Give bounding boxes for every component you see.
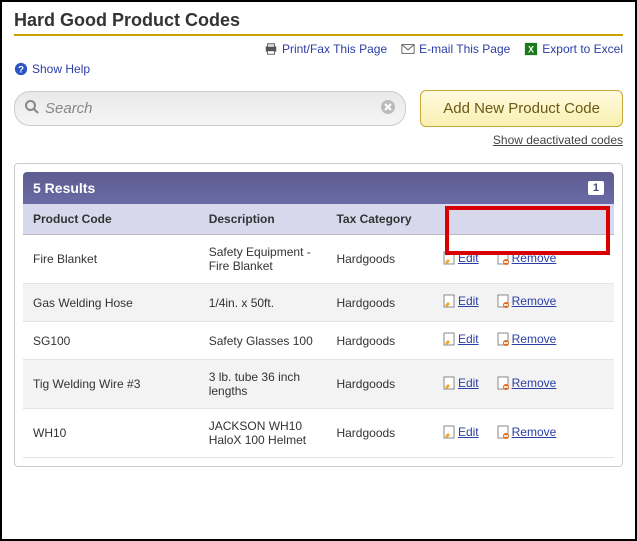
search-wrap: [14, 91, 406, 126]
cell-desc: Safety Glasses 100: [199, 322, 327, 360]
col-description[interactable]: Description: [199, 204, 327, 235]
envelope-icon: [401, 42, 415, 56]
cell-tax: Hardgoods: [326, 360, 432, 409]
remove-link[interactable]: Remove: [497, 332, 557, 346]
toolbar: Print/Fax This Page E-mail This Page X E…: [14, 42, 623, 56]
search-input[interactable]: [14, 91, 406, 126]
cell-desc: 1/4in. x 50ft.: [199, 284, 327, 322]
col-actions: [433, 204, 614, 235]
cell-code: SG100: [23, 322, 199, 360]
edit-link[interactable]: Edit: [443, 332, 479, 346]
printer-icon: [264, 42, 278, 56]
help-label: Show Help: [32, 62, 90, 76]
cell-tax: Hardgoods: [326, 322, 432, 360]
remove-icon: [497, 294, 509, 308]
remove-icon: [497, 332, 509, 346]
cell-code: Fire Blanket: [23, 235, 199, 284]
svg-text:X: X: [528, 45, 534, 55]
cell-tax: Hardgoods: [326, 235, 432, 284]
results-count: 5 Results: [33, 180, 95, 196]
table-row: Gas Welding Hose1/4in. x 50ft.HardgoodsE…: [23, 284, 614, 322]
svg-text:?: ?: [18, 65, 24, 76]
cell-code: WH10: [23, 409, 199, 458]
clear-icon[interactable]: [380, 99, 396, 115]
remove-link[interactable]: Remove: [497, 251, 557, 265]
page-title: Hard Good Product Codes: [14, 10, 623, 36]
help-link[interactable]: ? Show Help: [14, 62, 90, 76]
remove-icon: [497, 425, 509, 439]
cell-actions: Edit Remove: [433, 284, 614, 322]
add-product-code-button[interactable]: Add New Product Code: [420, 90, 623, 127]
search-icon: [24, 99, 40, 115]
cell-code: Tig Welding Wire #3: [23, 360, 199, 409]
edit-icon: [443, 425, 455, 439]
cell-desc: Safety Equipment - Fire Blanket: [199, 235, 327, 284]
page-number-badge[interactable]: 1: [588, 181, 604, 195]
cell-desc: JACKSON WH10 HaloX 100 Helmet: [199, 409, 327, 458]
edit-icon: [443, 332, 455, 346]
edit-icon: [443, 376, 455, 390]
help-icon: ?: [14, 62, 28, 76]
results-header: 5 Results 1: [23, 172, 614, 204]
remove-icon: [497, 376, 509, 390]
cell-actions: Edit Remove: [433, 235, 614, 284]
edit-icon: [443, 294, 455, 308]
edit-link[interactable]: Edit: [443, 425, 479, 439]
results-panel: 5 Results 1 Product Code Description Tax…: [14, 163, 623, 467]
table-row: Fire BlanketSafety Equipment - Fire Blan…: [23, 235, 614, 284]
results-table: Product Code Description Tax Category Fi…: [23, 204, 614, 458]
edit-icon: [443, 251, 455, 265]
deactivated-link-wrap: Show deactivated codes: [14, 133, 623, 147]
cell-actions: Edit Remove: [433, 360, 614, 409]
remove-link[interactable]: Remove: [497, 425, 557, 439]
excel-label: Export to Excel: [542, 42, 623, 56]
show-deactivated-link[interactable]: Show deactivated codes: [493, 133, 623, 147]
cell-tax: Hardgoods: [326, 284, 432, 322]
table-row: Tig Welding Wire #33 lb. tube 36 inch le…: [23, 360, 614, 409]
excel-icon: X: [524, 42, 538, 56]
table-row: SG100Safety Glasses 100Hardgoods Edit Remo…: [23, 322, 614, 360]
table-row: WH10JACKSON WH10 HaloX 100 HelmetHardgoo…: [23, 409, 614, 458]
edit-link[interactable]: Edit: [443, 294, 479, 308]
print-label: Print/Fax This Page: [282, 42, 387, 56]
remove-icon: [497, 251, 509, 265]
cell-desc: 3 lb. tube 36 inch lengths: [199, 360, 327, 409]
excel-link[interactable]: X Export to Excel: [524, 42, 623, 56]
cell-actions: Edit Remove: [433, 322, 614, 360]
remove-link[interactable]: Remove: [497, 294, 557, 308]
cell-actions: Edit Remove: [433, 409, 614, 458]
cell-tax: Hardgoods: [326, 409, 432, 458]
edit-link[interactable]: Edit: [443, 376, 479, 390]
col-product-code[interactable]: Product Code: [23, 204, 199, 235]
remove-link[interactable]: Remove: [497, 376, 557, 390]
edit-link[interactable]: Edit: [443, 251, 479, 265]
print-link[interactable]: Print/Fax This Page: [264, 42, 387, 56]
cell-code: Gas Welding Hose: [23, 284, 199, 322]
email-label: E-mail This Page: [419, 42, 510, 56]
email-link[interactable]: E-mail This Page: [401, 42, 510, 56]
col-tax-category[interactable]: Tax Category: [326, 204, 432, 235]
